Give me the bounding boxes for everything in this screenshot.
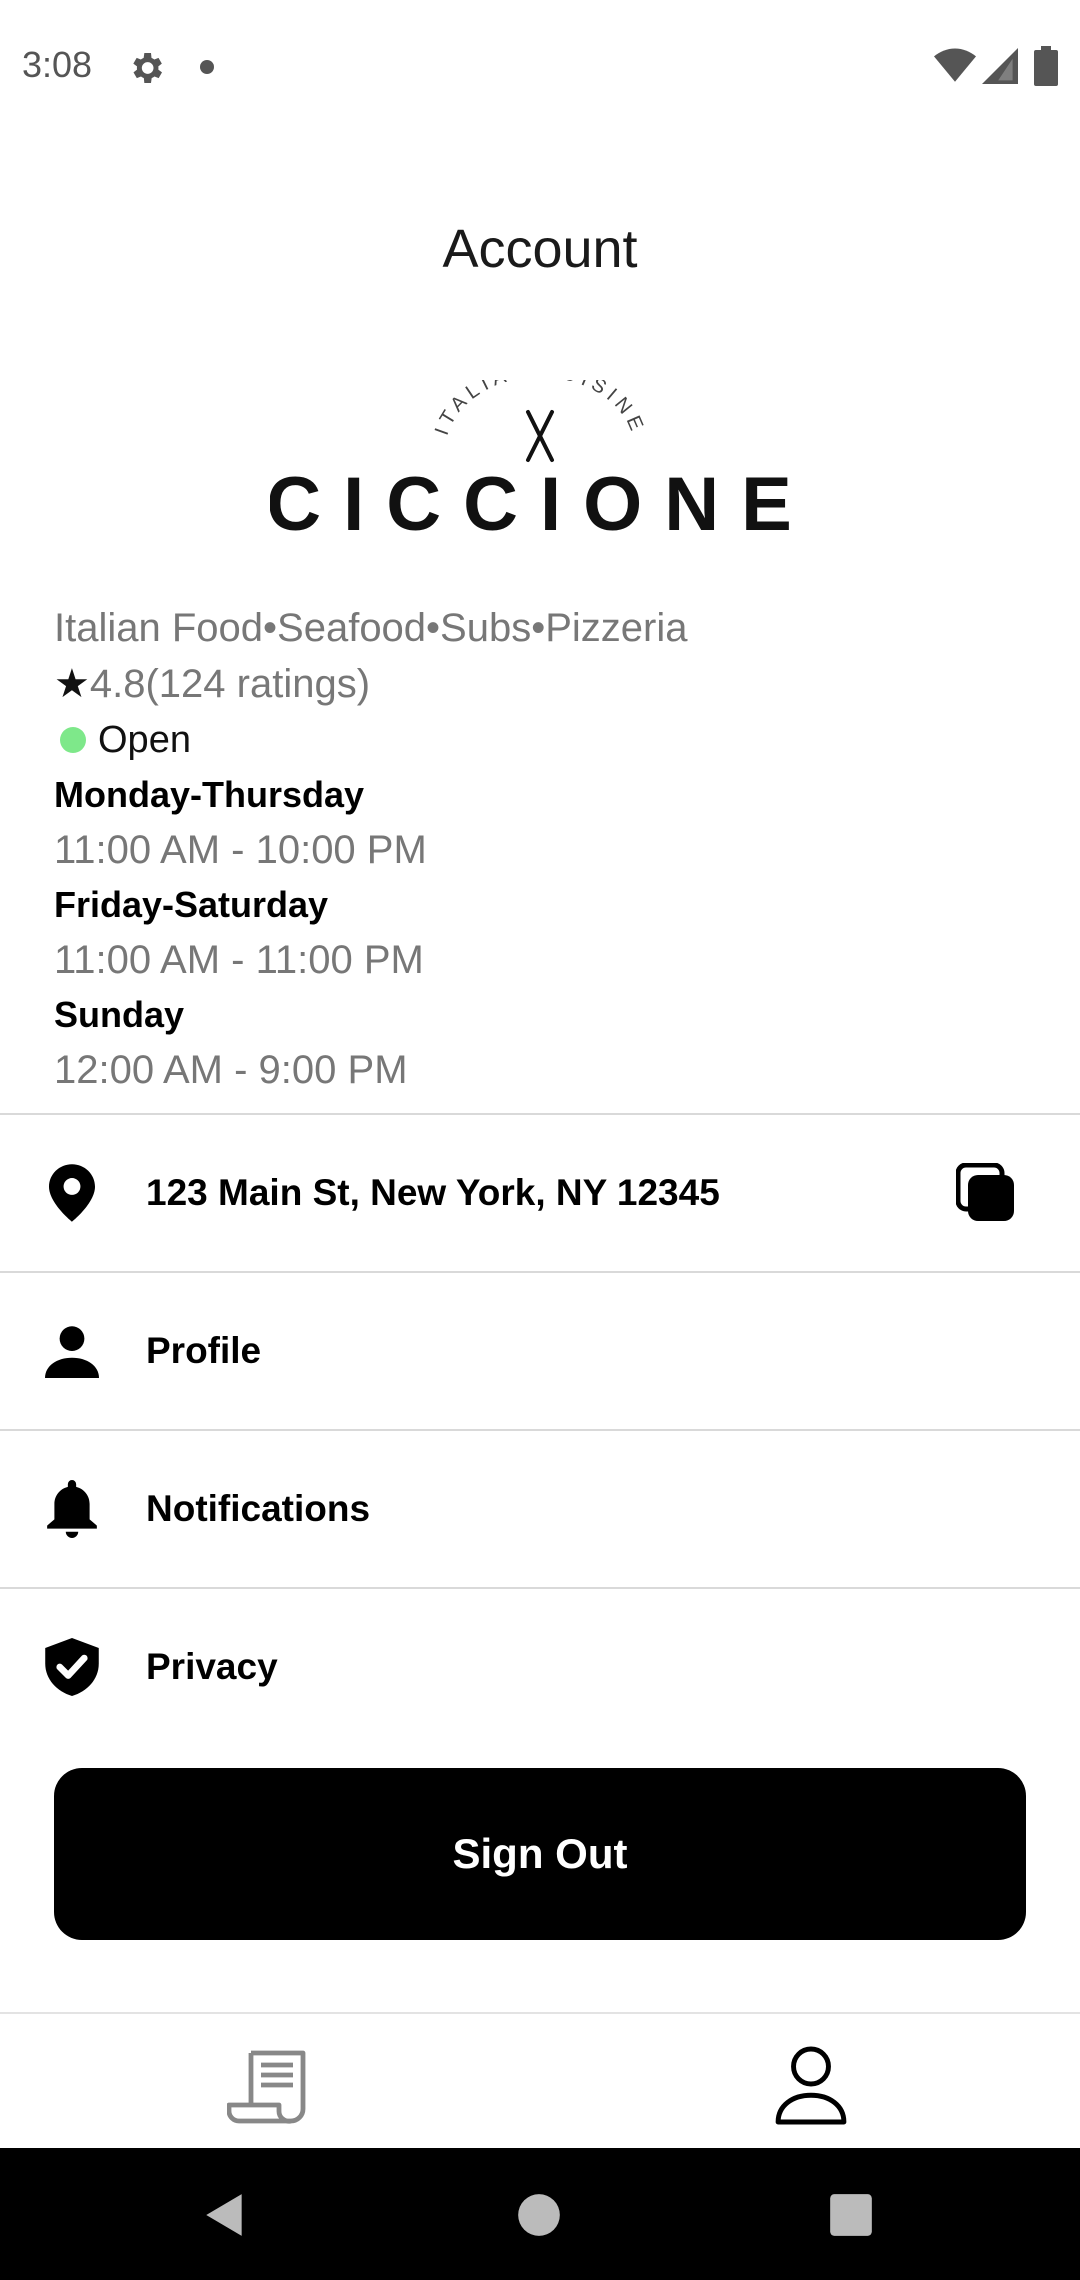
copy-icon[interactable] [955, 1162, 1016, 1223]
bell-icon [44, 1480, 100, 1538]
page-title: Account [442, 219, 638, 279]
cell-signal-icon [982, 48, 1018, 84]
system-nav-bar [0, 2148, 1080, 2280]
profile-row[interactable]: Profile [0, 1273, 1080, 1429]
privacy-label: Privacy [146, 1646, 278, 1687]
logo-subtitle: ITALIAN CUISINE [431, 380, 644, 438]
hours-time: 11:00 AM - 10:00 PM [54, 828, 427, 872]
hours-days: Monday-Thursday [54, 774, 365, 815]
wifi-icon [934, 48, 976, 82]
home-icon[interactable] [514, 2190, 564, 2240]
open-status-dot-icon [60, 727, 86, 753]
logo-name: CICCIONE [270, 462, 810, 547]
address-row[interactable]: 123 Main St, New York, NY 12345 [0, 1115, 1080, 1271]
hours-days: Sunday [54, 994, 185, 1035]
profile-label: Profile [146, 1330, 262, 1371]
svg-text:ITALIAN CUISINE: ITALIAN CUISINE [431, 380, 649, 438]
restaurant-categories: Italian Food•Seafood•Subs•Pizzeria [54, 606, 688, 650]
notification-dot-icon [200, 60, 214, 74]
location-pin-icon [44, 1164, 100, 1222]
privacy-row[interactable]: Privacy [0, 1589, 1080, 1745]
sign-out-button[interactable]: Sign Out [54, 1768, 1026, 1940]
star-icon: ★ [54, 662, 90, 706]
fork-knife-icon [526, 410, 554, 462]
open-status-label: Open [98, 719, 191, 761]
person-outline-icon [775, 2046, 847, 2125]
notifications-label: Notifications [146, 1488, 371, 1529]
restaurant-info: Italian Food•Seafood•Subs•Pizzeria ★4.8(… [54, 600, 1034, 1098]
address-label: 123 Main St, New York, NY 12345 [146, 1172, 720, 1213]
status-time: 3:08 [22, 44, 93, 85]
status-bar: 3:08 [0, 0, 1080, 132]
rating-text: 4.8(124 ratings) [89, 662, 371, 706]
settings-gear-icon [133, 53, 162, 83]
bottom-nav [0, 2012, 1080, 2148]
hours-time: 11:00 AM - 11:00 PM [54, 938, 424, 982]
restaurant-logo: ITALIAN CUISINE CICCIONE [270, 380, 810, 547]
hours-days: Friday-Saturday [54, 884, 329, 925]
open-status: Open [54, 712, 1034, 768]
notifications-row[interactable]: Notifications [0, 1431, 1080, 1587]
restaurant-rating: ★4.8(124 ratings) [54, 656, 1034, 712]
account-screen: 3:08 Account ITALIAN CUISINE CI [0, 0, 1080, 2280]
back-icon[interactable] [200, 2190, 250, 2240]
person-icon [44, 1323, 100, 1379]
shield-check-icon [44, 1638, 100, 1696]
battery-icon [1034, 46, 1058, 86]
nav-account-tab[interactable] [766, 2040, 856, 2130]
hours-time: 12:00 AM - 9:00 PM [54, 1048, 408, 1092]
receipt-icon [227, 2050, 306, 2124]
recents-icon[interactable] [826, 2190, 876, 2240]
nav-orders-tab[interactable] [224, 2040, 314, 2130]
